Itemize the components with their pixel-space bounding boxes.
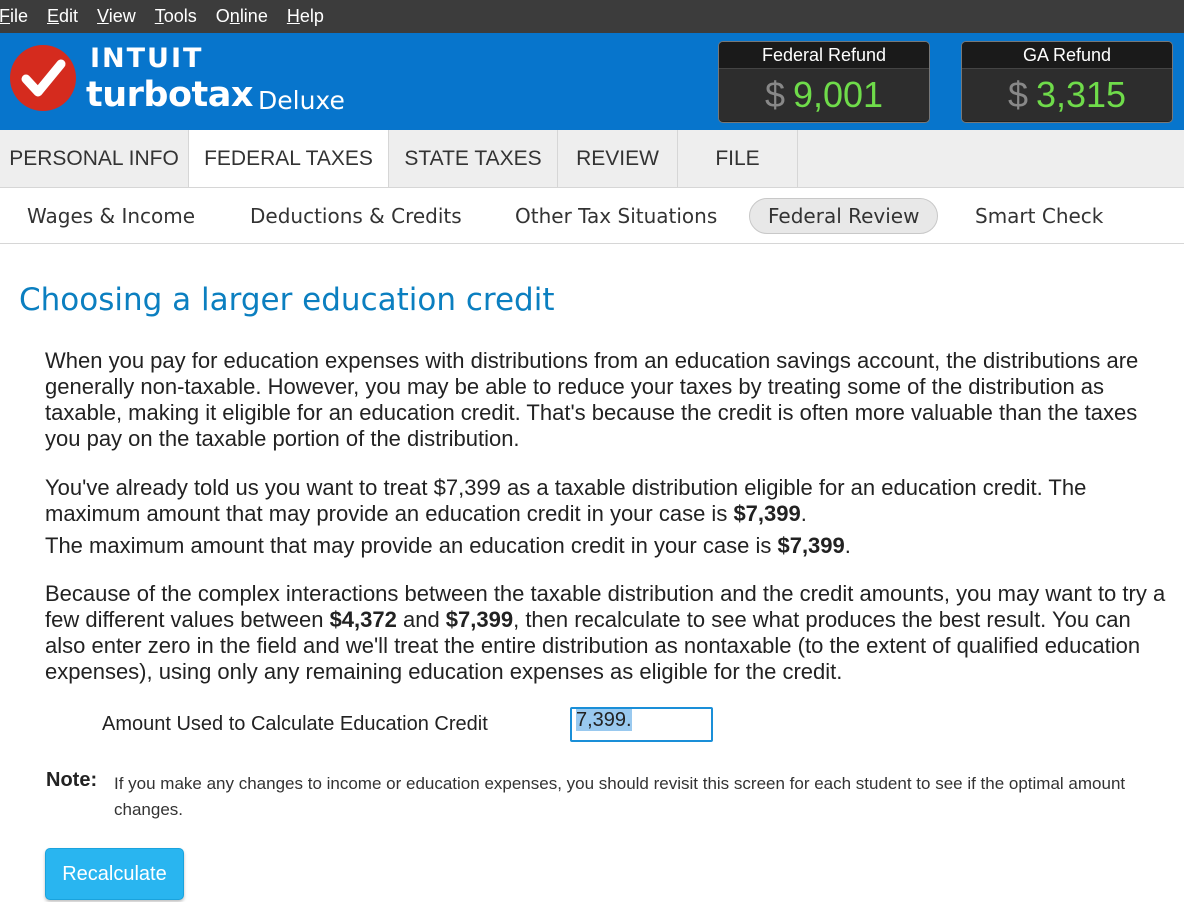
state-refund-value: 3,315 — [1035, 74, 1127, 115]
max-amount-bold-2: $7,399 — [777, 533, 845, 558]
menu-file-accel: F — [0, 6, 10, 26]
education-credit-amount-input[interactable]: 7,399. — [570, 707, 713, 742]
tab-state-taxes[interactable]: STATE TAXES — [389, 130, 558, 187]
menu-edit-rest: dit — [59, 6, 79, 26]
range-min-bold: $4,372 — [329, 607, 397, 632]
federal-refund-label: Federal Refund — [719, 42, 929, 69]
max-amount-paragraph: The maximum amount that may provide an e… — [45, 533, 1170, 559]
range-max-bold: $7,399 — [445, 607, 514, 632]
education-credit-amount-label: Amount Used to Calculate Education Credi… — [102, 713, 488, 735]
sub-navigation: Wages & Income Deductions & Credits Othe… — [0, 188, 1184, 244]
federal-refund-value: 9,001 — [792, 74, 884, 115]
turbotax-checkmark-logo-icon — [10, 45, 76, 111]
already-told-text: You've already told us you want to treat… — [45, 475, 1087, 526]
max-amount-bold: $7,399 — [733, 501, 801, 526]
menu-tools[interactable]: Tools — [155, 0, 197, 33]
recalculate-button[interactable]: Recalculate — [45, 848, 184, 900]
menu-online-pre: O — [215, 6, 230, 26]
state-refund-amount: $3,315 — [962, 69, 1172, 121]
federal-refund-meter[interactable]: Federal Refund $9,001 — [718, 41, 930, 123]
menu-tools-accel: T — [154, 6, 164, 26]
main-tabs: PERSONAL INFO FEDERAL TAXES STATE TAXES … — [0, 130, 1184, 188]
state-refund-label: GA Refund — [962, 42, 1172, 69]
app-header: INTUIT turbotax Deluxe Federal Refund $9… — [0, 33, 1184, 130]
subnav-wages-income[interactable]: Wages & Income — [27, 199, 195, 233]
tab-federal-taxes[interactable]: FEDERAL TAXES — [189, 130, 389, 187]
menu-help-rest: elp — [299, 6, 324, 26]
brand-edition: Deluxe — [258, 86, 345, 115]
already-told-paragraph: You've already told us you want to treat… — [45, 475, 1170, 527]
tab-review[interactable]: REVIEW — [558, 130, 678, 187]
federal-refund-amount: $9,001 — [719, 69, 929, 121]
menu-help-accel: H — [286, 6, 300, 26]
note-label: Note: — [46, 769, 98, 791]
tab-file[interactable]: FILE — [678, 130, 798, 187]
subnav-federal-review[interactable]: Federal Review — [749, 198, 939, 234]
menu-file[interactable]: File — [0, 0, 28, 33]
note-text: If you make any changes to income or edu… — [114, 774, 1126, 819]
menu-edit-accel: E — [47, 6, 60, 26]
menu-online[interactable]: Online — [216, 0, 268, 33]
subnav-deductions-credits[interactable]: Deductions & Credits — [250, 199, 462, 233]
state-refund-currency: $ — [1007, 74, 1028, 115]
state-refund-meter[interactable]: GA Refund $3,315 — [961, 41, 1173, 123]
tab-personal-info[interactable]: PERSONAL INFO — [0, 130, 189, 187]
brand-intuit: INTUIT — [90, 43, 204, 74]
menu-view[interactable]: View — [97, 0, 136, 33]
menu-edit[interactable]: Edit — [47, 0, 78, 33]
menu-view-rest: iew — [108, 6, 136, 26]
menu-online-accel: n — [229, 6, 240, 26]
subnav-other-tax-situations[interactable]: Other Tax Situations — [515, 199, 717, 233]
intro-paragraph: When you pay for education expenses with… — [45, 348, 1139, 451]
menu-tools-rest: ools — [163, 6, 197, 26]
complex-interactions-paragraph: Because of the complex interactions betw… — [45, 581, 1170, 685]
subnav-smart-check[interactable]: Smart Check — [975, 199, 1103, 233]
period-2: . — [844, 533, 851, 558]
federal-refund-currency: $ — [764, 74, 785, 115]
menu-help[interactable]: Help — [287, 0, 324, 33]
menu-online-rest: line — [239, 6, 268, 26]
range-and: and — [396, 607, 446, 632]
brand-turbotax: turbotax — [86, 75, 253, 115]
menu-bar: File Edit View Tools Online Help — [0, 0, 1184, 33]
menu-file-rest: ile — [10, 6, 29, 26]
max-amount-text: The maximum amount that may provide an e… — [45, 533, 778, 558]
page-title: Choosing a larger education credit — [19, 282, 555, 318]
period-1: . — [800, 501, 807, 526]
education-credit-amount-value: 7,399. — [576, 709, 632, 731]
menu-view-accel: V — [97, 6, 109, 26]
